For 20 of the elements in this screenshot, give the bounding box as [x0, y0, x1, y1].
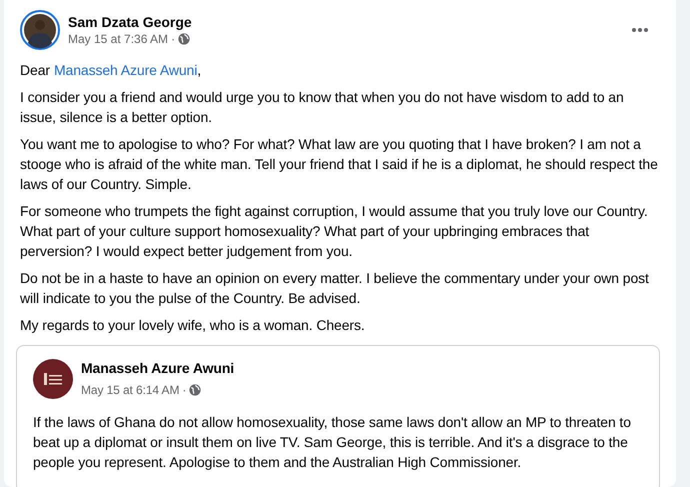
- globe-icon: [189, 384, 202, 396]
- shared-post-text: If the laws of Ghana do not allow homosexuality, those same laws don't allow an MP to threaten to beat up a diplomat or insult them on live TV. Sam George, this is terrible. And it's a disgrace to the people you represent. Apologise to them and the Australian High Commissioner.: [33, 413, 632, 472]
- globe-icon: [178, 33, 190, 45]
- more-icon: [632, 28, 648, 32]
- page-logo[interactable]: [33, 359, 73, 399]
- separator: ·: [171, 32, 176, 46]
- separator: ·: [182, 382, 186, 399]
- author-name[interactable]: Manasseh Azure Awuni: [81, 358, 643, 378]
- post-paragraph: You want me to apologise to who? For what? What law are you quoting that I have broken? I am not a stooge who is afraid of the white man. Tell your friend that I said if he is a diplomat, he should respect the laws of our Country. Simple.: [20, 135, 659, 194]
- avatar[interactable]: [20, 10, 60, 50]
- mention-link[interactable]: Manasseh Azure Awuni: [54, 62, 198, 78]
- post-time[interactable]: May 15 at 6:14 AM: [81, 380, 180, 400]
- post-paragraph: I consider you a friend and would urge you to know that when you do not have wisdom to add to an issue, silence is a better option.: [20, 88, 625, 127]
- greeting-text: Dear: [20, 61, 50, 80]
- author-name[interactable]: Sam Dzata George: [68, 14, 614, 30]
- post-paragraph: My regards to your lovely wife, who is a woman. Cheers.: [20, 316, 366, 335]
- post-paragraph: For someone who trumpets the fight against corruption, I would assume that you truly love our Country. What part of your culture support homosexuality? What part of your upbringing embraces that perversion? I would expect better judgement from you.: [20, 202, 649, 261]
- post-paragraph: Do not be in a haste to have an opinion on every matter. I believe the commentary under your own post will indicate to you the pulse of the Country. Be advised.: [20, 269, 650, 308]
- comma: ,: [197, 62, 202, 78]
- post-time[interactable]: May 15 at 7:36 AM: [68, 32, 168, 46]
